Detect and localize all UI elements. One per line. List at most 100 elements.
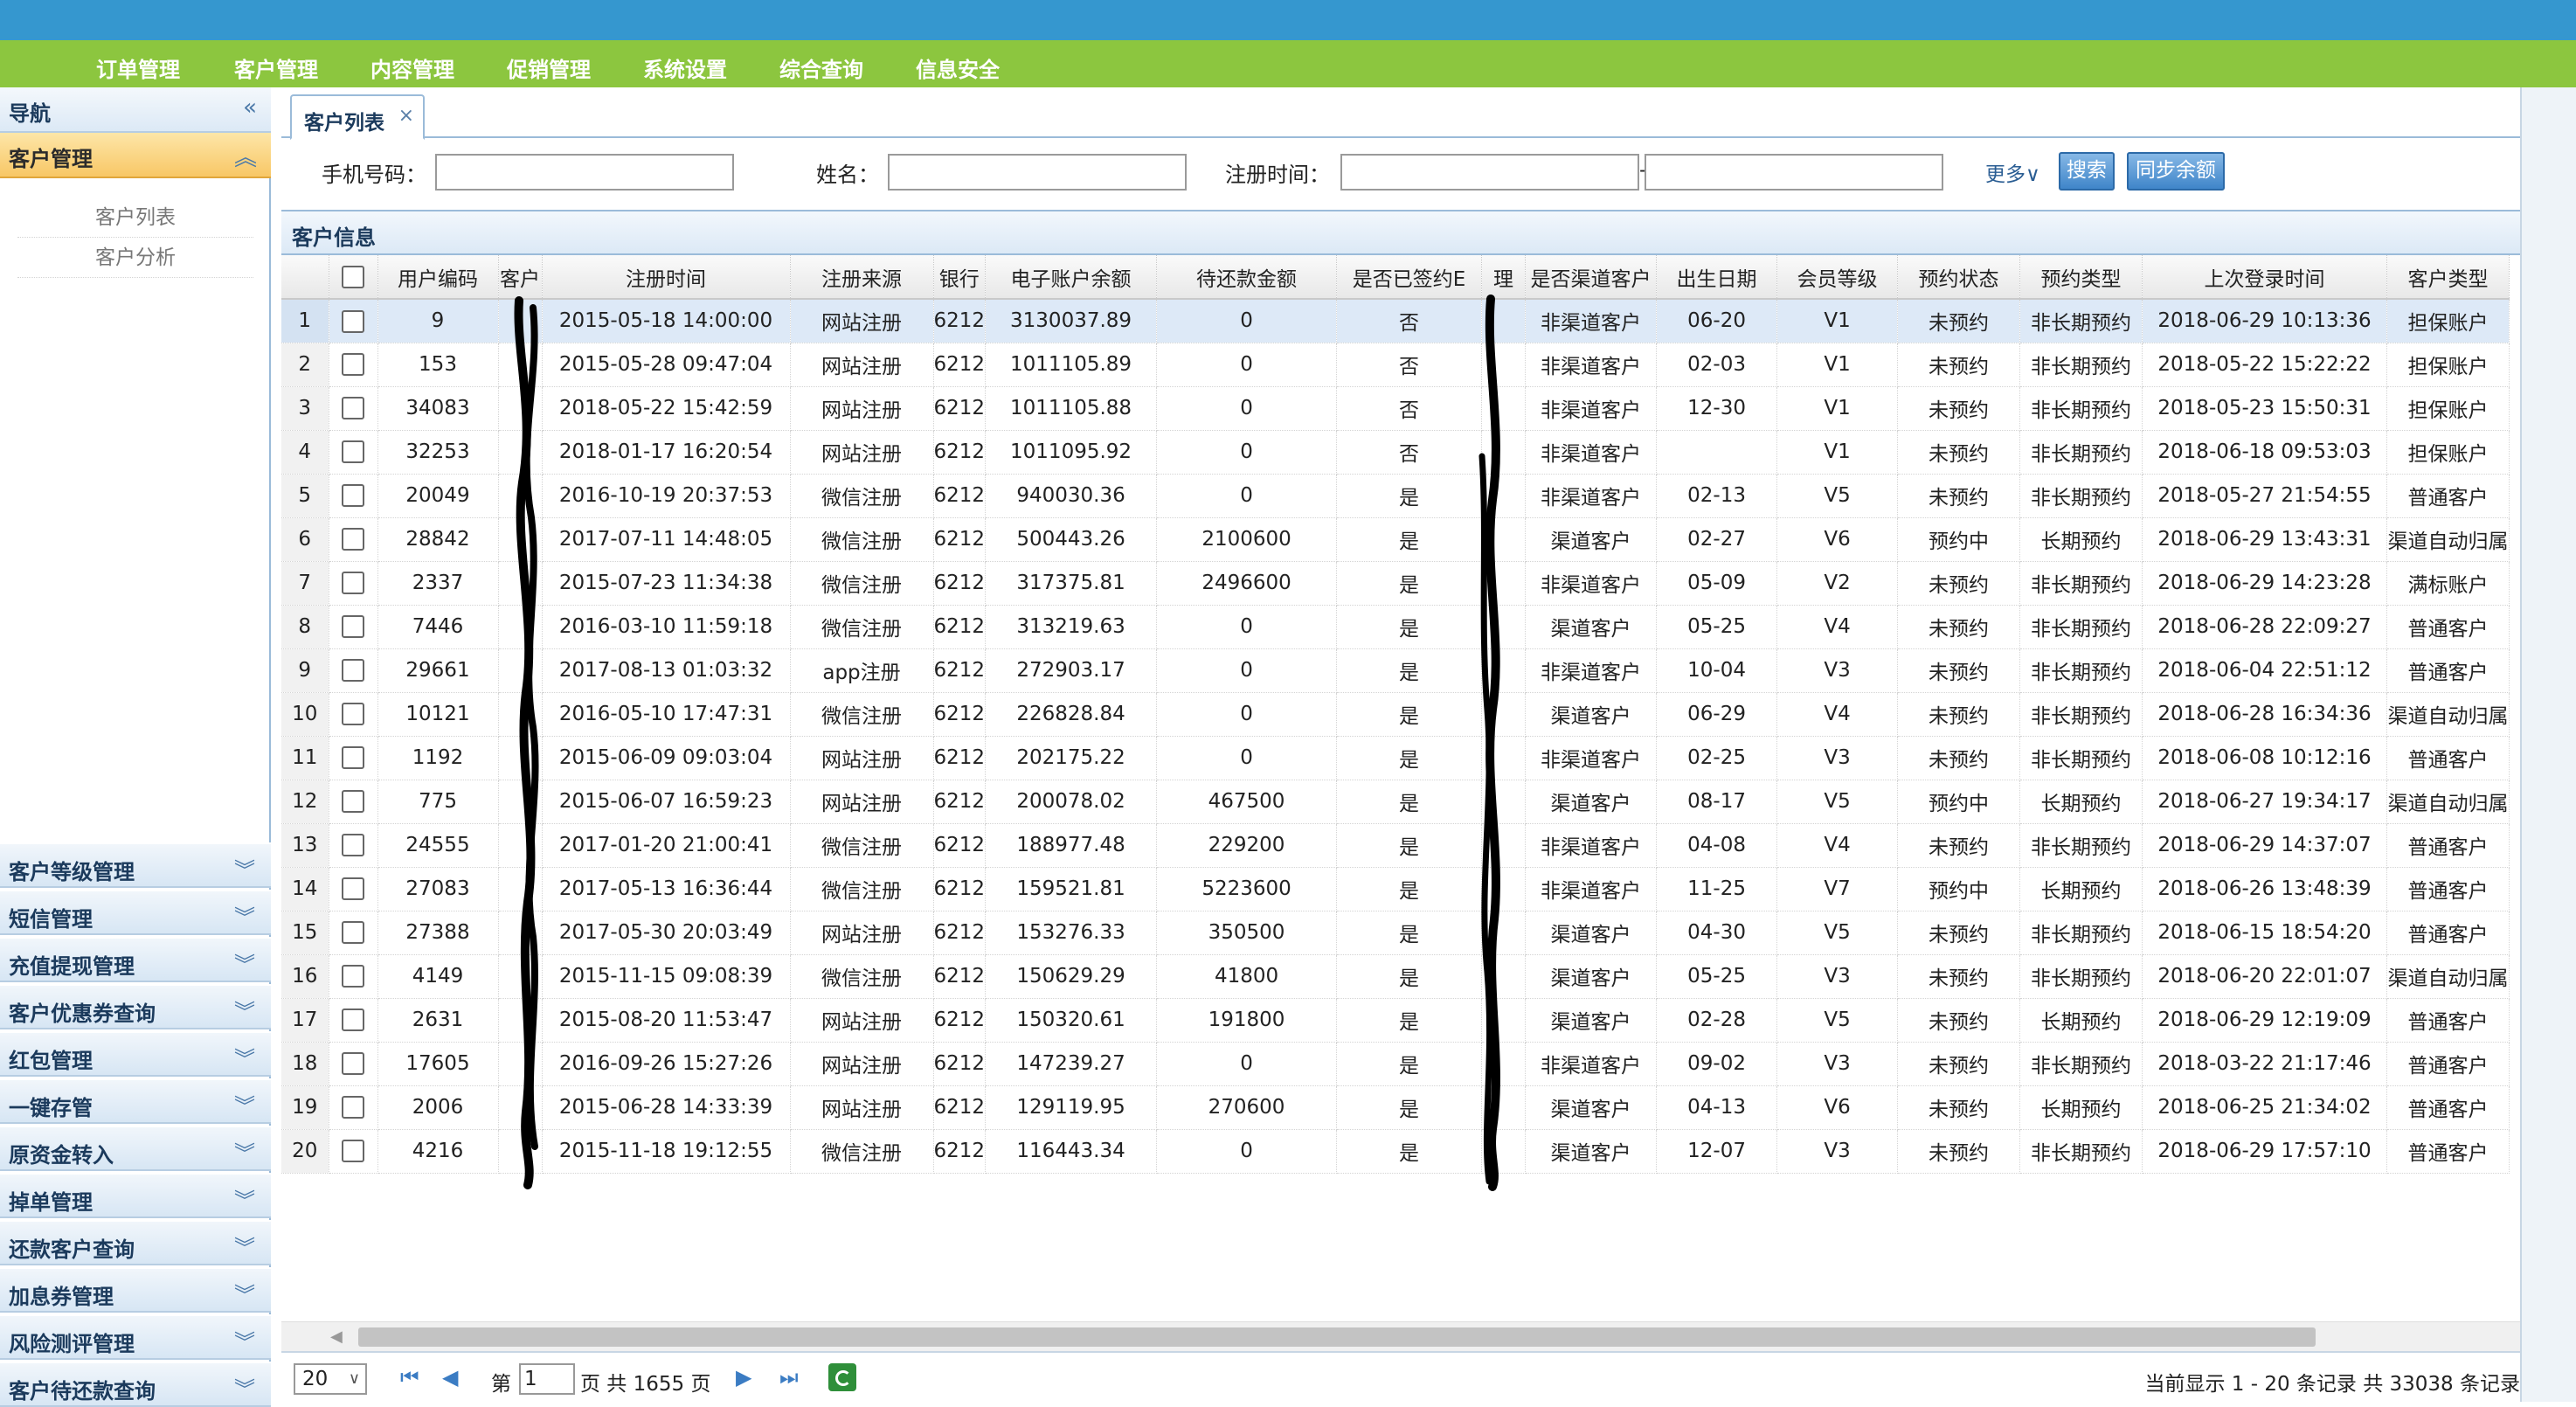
table-row[interactable]: 17 2631 2015-08-20 11:53:47 网站注册 6212 150320.… (281, 998, 2510, 1043)
col-channel-customer[interactable]: 是否渠道客户 (1525, 255, 1658, 300)
col-register-time[interactable]: 注册时间 (542, 255, 791, 300)
sidebar-section-fund-transfer[interactable]: 原资金转入 ︾ (0, 1126, 271, 1171)
col-reservation-status[interactable]: 预约状态 (1897, 255, 2021, 300)
sidebar-section-customer-management[interactable]: 客户管理 ︽ (0, 133, 271, 178)
cell-select[interactable] (329, 867, 378, 911)
row-checkbox[interactable] (342, 309, 364, 333)
sidebar-section-risk-assessment[interactable]: 风险测评管理 ︾ (0, 1314, 271, 1360)
table-row[interactable]: 7 2337 2015-07-23 11:34:38 微信注册 6212 317375.8… (281, 561, 2510, 606)
horizontal-scrollbar[interactable]: ◀ (281, 1321, 2520, 1351)
table-row[interactable]: 9 29661 2017-08-13 01:03:32 app注册 6212 272903… (281, 648, 2510, 693)
chevron-down-icon[interactable]: ︾ (234, 900, 255, 931)
sidebar-section-coupon-query[interactable]: 客户优惠券查询 ︾ (0, 984, 271, 1029)
more-filters-link[interactable]: 更多∨ (1985, 157, 2040, 187)
sync-balance-button[interactable]: 同步余额 (2127, 152, 2225, 191)
table-row[interactable]: 11 1192 2015-06-09 09:03:04 网站注册 6212 202175.… (281, 736, 2510, 780)
cell-select[interactable] (329, 692, 378, 737)
table-row[interactable]: 6 28842 2017-07-11 14:48:05 微信注册 6212 500443.… (281, 517, 2510, 562)
col-last-login[interactable]: 上次登录时间 (2142, 255, 2388, 300)
cell-select[interactable] (329, 343, 378, 387)
menu-comprehensive-query[interactable]: 综合查询 (779, 52, 863, 83)
chevron-down-icon[interactable]: ︾ (234, 947, 255, 978)
table-row[interactable]: 3 34083 2018-05-22 15:42:59 网站注册 6212 1011105… (281, 386, 2510, 431)
register-time-end-input[interactable] (1645, 154, 1943, 191)
tab-customer-list[interactable]: 客户列表 × (290, 94, 425, 140)
register-time-start-input[interactable] (1340, 154, 1639, 191)
table-row[interactable]: 8 7446 2016-03-10 11:59:18 微信注册 6212 313219.6… (281, 605, 2510, 649)
table-row[interactable]: 4 32253 2018-01-17 16:20:54 网站注册 6212 1011095… (281, 430, 2510, 475)
row-checkbox[interactable] (342, 834, 364, 857)
col-signed[interactable]: 是否已签约E (1336, 255, 1483, 300)
row-checkbox[interactable] (342, 877, 364, 901)
menu-system-settings[interactable]: 系统设置 (643, 52, 727, 83)
table-row[interactable]: 2 153 2015-05-28 09:47:04 网站注册 6212 1011105.8… (281, 343, 2510, 387)
table-row[interactable]: 13 24555 2017-01-20 21:00:41 微信注册 6212 188977… (281, 823, 2510, 868)
last-page-icon[interactable]: ⏭ (779, 1365, 799, 1390)
chevron-down-icon[interactable]: ︾ (234, 1042, 255, 1072)
menu-promotion-management[interactable]: 促销管理 (507, 52, 591, 83)
cell-select[interactable] (329, 823, 378, 868)
col-register-source[interactable]: 注册来源 (790, 255, 934, 300)
table-row[interactable]: 20 4216 2015-11-18 19:12:55 微信注册 6212 116443.… (281, 1129, 2510, 1174)
sidebar-section-one-click-deposit[interactable]: 一键存管 ︾ (0, 1078, 271, 1124)
col-bank[interactable]: 银行 (933, 255, 987, 300)
col-customer-type[interactable]: 客户类型 (2386, 255, 2510, 300)
cell-select[interactable] (329, 561, 378, 606)
col-customer[interactable]: 客户 (498, 255, 543, 300)
table-row[interactable]: 15 27388 2017-05-30 20:03:49 网站注册 6212 153276… (281, 911, 2510, 955)
col-select-all[interactable] (329, 255, 378, 300)
phone-input[interactable] (435, 154, 734, 191)
row-checkbox[interactable] (342, 1008, 364, 1032)
table-row[interactable]: 18 17605 2016-09-26 15:27:26 网站注册 6212 147239… (281, 1042, 2510, 1086)
sidebar-item-customer-list[interactable]: 客户列表 (17, 198, 253, 238)
chevron-up-icon[interactable]: ︽ (234, 140, 257, 172)
sidebar-section-interest-coupon[interactable]: 加息券管理 ︾ (0, 1267, 271, 1313)
table-row[interactable]: 16 4149 2015-11-15 09:08:39 微信注册 6212 150629.… (281, 954, 2510, 999)
col-due-amount[interactable]: 待还款金额 (1156, 255, 1338, 300)
refresh-icon[interactable] (828, 1363, 856, 1391)
row-checkbox[interactable] (342, 484, 364, 508)
row-checkbox[interactable] (342, 1096, 364, 1119)
prev-page-icon[interactable]: ◀ (442, 1365, 458, 1390)
cell-select[interactable] (329, 954, 378, 999)
search-button[interactable]: 搜索 (2059, 152, 2115, 191)
col-birth-date[interactable]: 出生日期 (1656, 255, 1778, 300)
cell-select[interactable] (329, 299, 378, 343)
scrollbar-thumb[interactable] (358, 1327, 2316, 1347)
row-checkbox[interactable] (342, 1052, 364, 1076)
cell-select[interactable] (329, 430, 378, 475)
sidebar-section-sms[interactable]: 短信管理 ︾ (0, 890, 271, 935)
table-row[interactable]: 5 20049 2016-10-19 20:37:53 微信注册 6212 940030.… (281, 474, 2510, 518)
chevron-down-icon[interactable]: ︾ (234, 1372, 255, 1403)
sidebar-item-customer-analysis[interactable]: 客户分析 (17, 238, 253, 278)
cell-select[interactable] (329, 517, 378, 562)
col-user-id[interactable]: 用户编码 (377, 255, 499, 300)
menu-content-management[interactable]: 内容管理 (370, 52, 454, 83)
chevron-down-icon[interactable]: ︾ (234, 1089, 255, 1119)
cell-select[interactable] (329, 780, 378, 824)
table-row[interactable]: 19 2006 2015-06-28 14:33:39 网站注册 6212 129119.… (281, 1085, 2510, 1130)
sidebar-section-repayment-query[interactable]: 还款客户查询 ︾ (0, 1220, 271, 1265)
next-page-icon[interactable]: ▶ (736, 1365, 751, 1390)
cell-select[interactable] (329, 648, 378, 693)
col-reservation-type[interactable]: 预约类型 (2019, 255, 2143, 300)
sidebar-section-customer-level[interactable]: 客户等级管理 ︾ (0, 842, 271, 888)
dropdown-icon[interactable]: ∨ (349, 1365, 360, 1393)
sidebar-section-red-packet[interactable]: 红包管理 ︾ (0, 1031, 271, 1077)
chevron-down-icon[interactable]: ︾ (234, 1278, 255, 1308)
chevron-down-icon[interactable]: ︾ (234, 995, 255, 1025)
row-checkbox[interactable] (342, 528, 364, 551)
chevron-down-icon[interactable]: ︾ (234, 1325, 255, 1355)
chevron-down-icon[interactable]: ︾ (234, 1230, 255, 1261)
cell-select[interactable] (329, 474, 378, 518)
row-checkbox[interactable] (342, 615, 364, 639)
name-input[interactable] (888, 154, 1187, 191)
cell-select[interactable] (329, 1129, 378, 1174)
table-row[interactable]: 10 10121 2016-05-10 17:47:31 微信注册 6212 226828… (281, 692, 2510, 737)
row-checkbox[interactable] (342, 659, 364, 683)
row-checkbox[interactable] (342, 572, 364, 595)
table-row[interactable]: 12 775 2015-06-07 16:59:23 网站注册 6212 200078.0… (281, 780, 2510, 824)
menu-customer-management[interactable]: 客户管理 (234, 52, 318, 83)
sidebar-section-pending-repayment[interactable]: 客户待还款查询 ︾ (0, 1362, 271, 1407)
row-checkbox[interactable] (342, 790, 364, 814)
